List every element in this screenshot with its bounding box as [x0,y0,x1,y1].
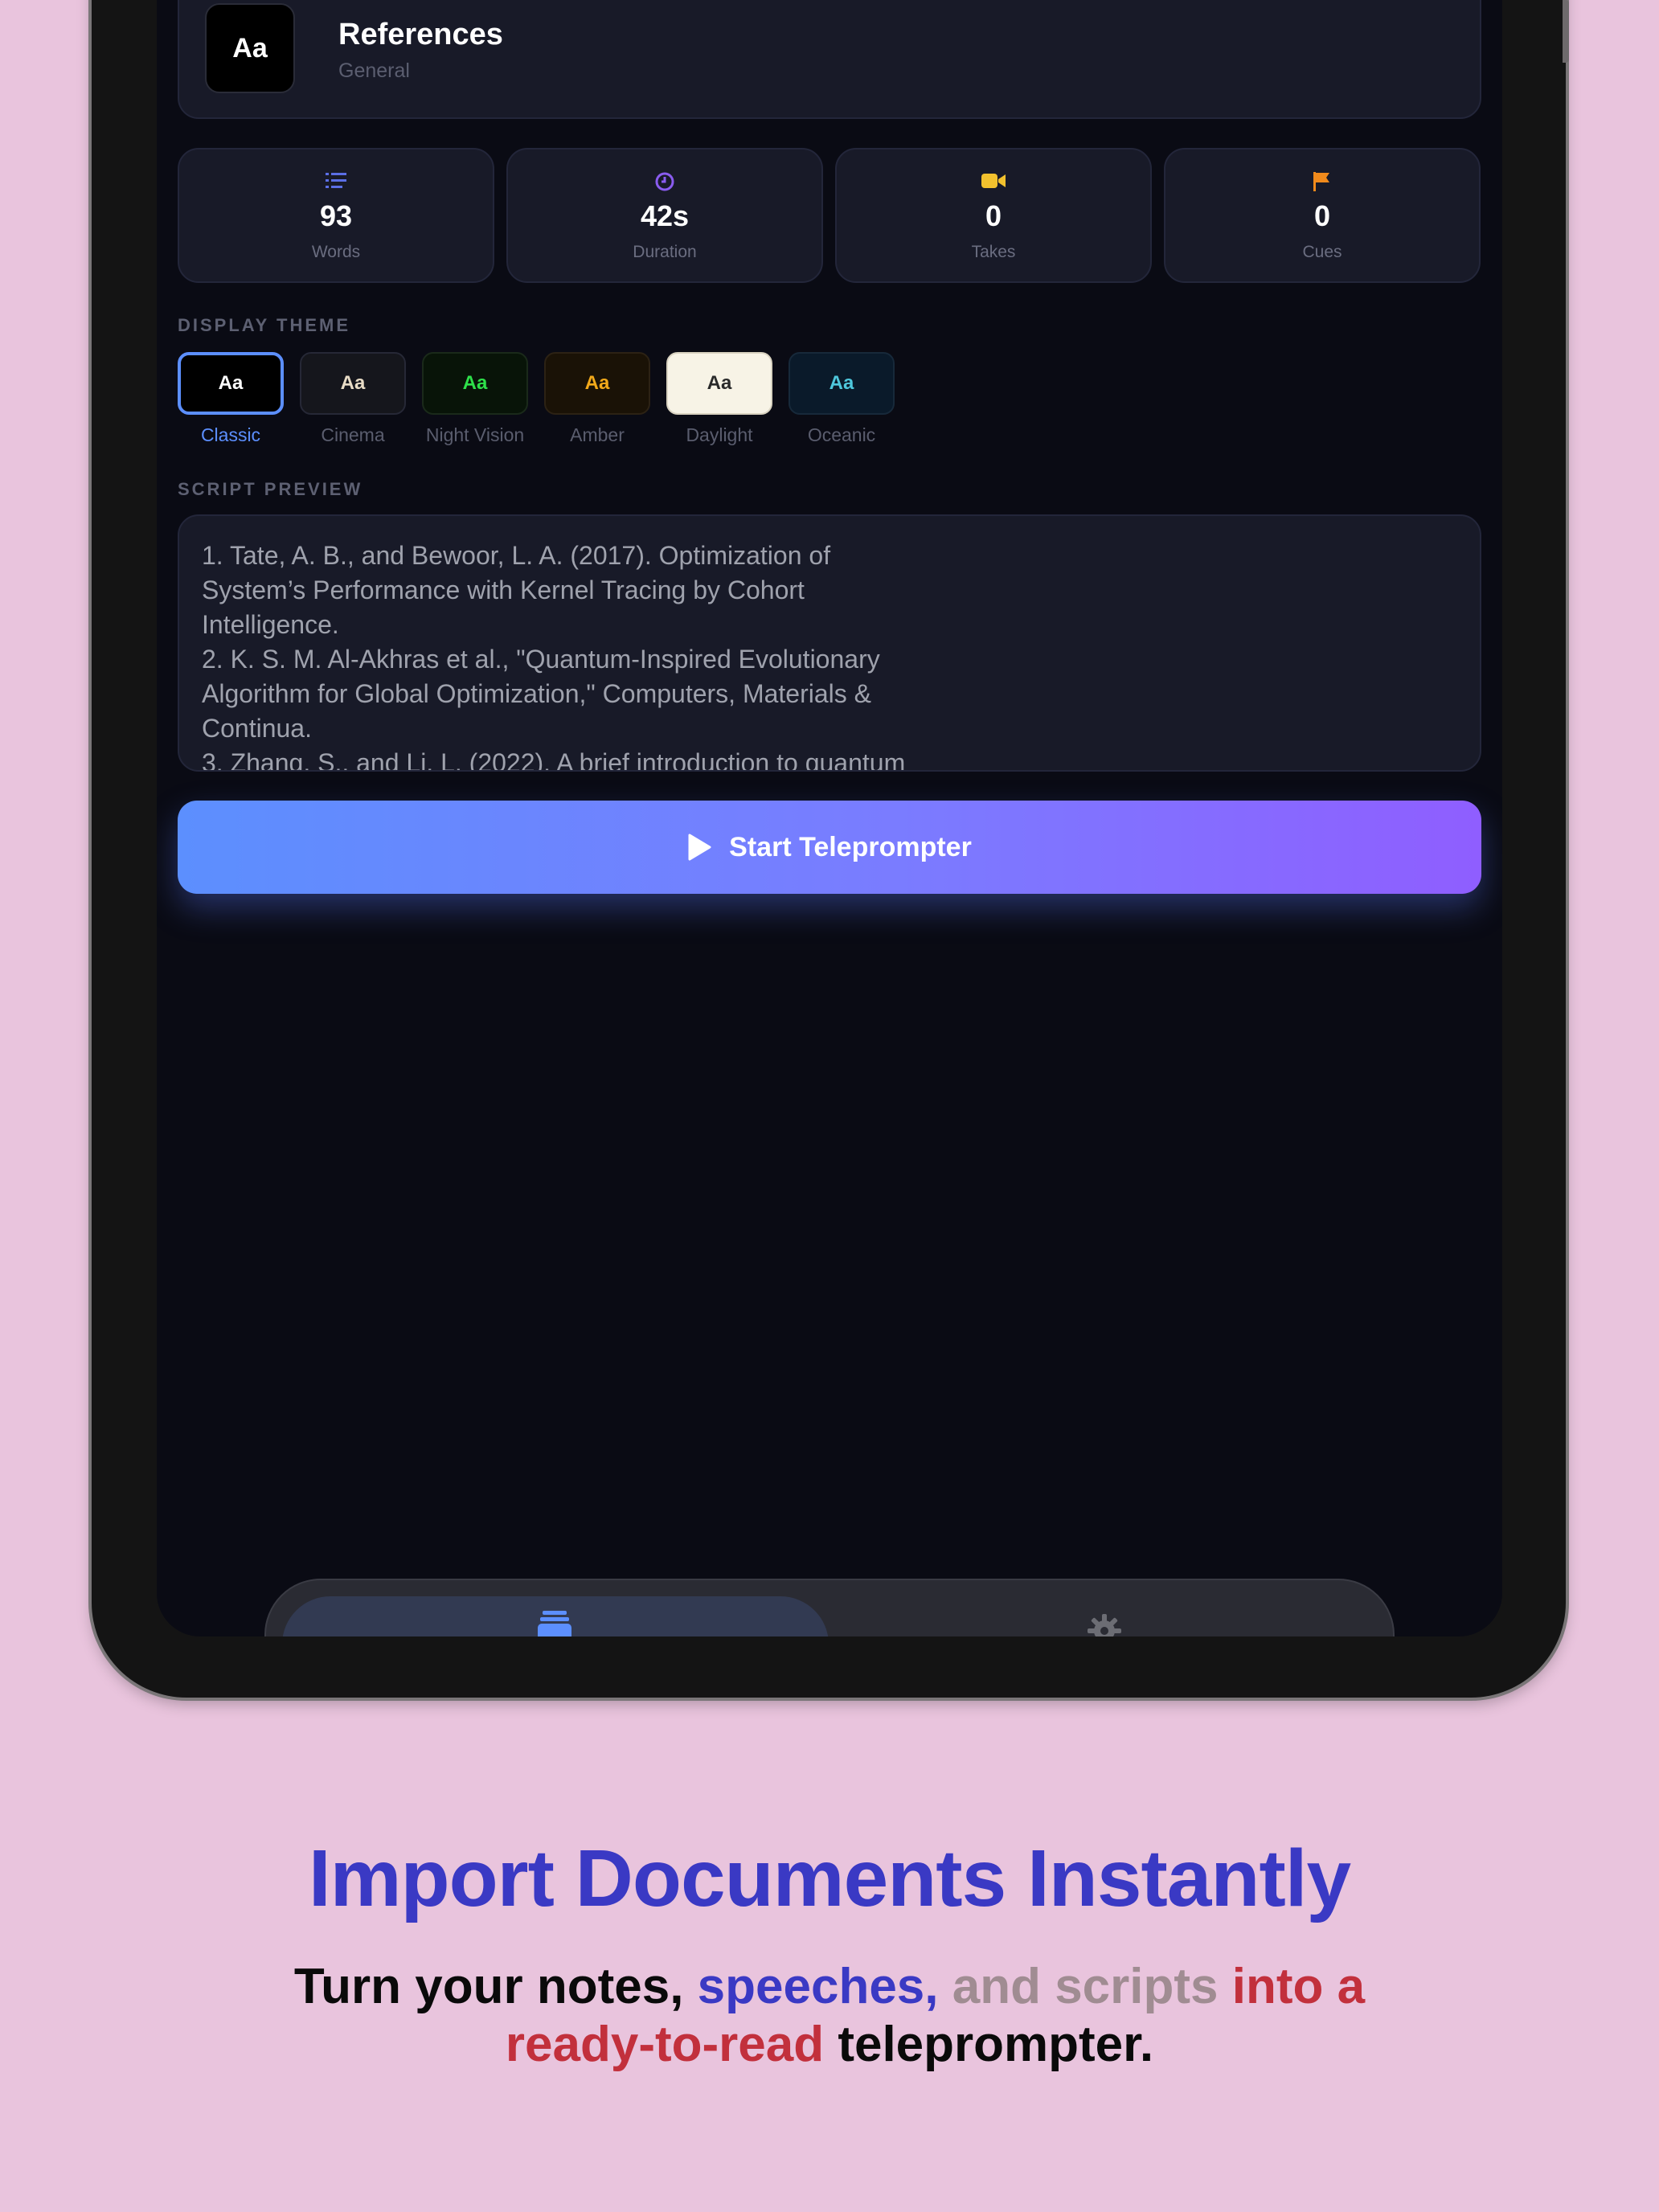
display-theme-label: DISPLAY THEME [178,315,351,335]
stat-words: 93 Words [178,148,494,283]
list-icon [179,172,493,193]
script-preview-text: 1. Tate, A. B., and Bewoor, L. A. (2017)… [202,541,906,772]
subline-part-5: teleprompter. [838,2017,1154,2072]
side-button [1563,0,1569,63]
script-category: General [338,59,410,82]
stat-value: 0 [1313,199,1331,232]
stat-label: Duration [633,243,697,261]
bottom-tab-bar [264,1579,1395,1636]
stat-duration: 42s Duration [506,148,823,283]
video-camera-icon [837,172,1150,193]
start-teleprompter-button[interactable]: Start Teleprompter [178,801,1481,894]
theme-night-vision[interactable]: Aa [422,352,528,415]
tab-library[interactable] [282,1596,829,1636]
stat-value: 42s [640,199,690,232]
play-icon [688,834,711,861]
stat-cues: 0 Cues [1164,148,1481,283]
app-screen: Aa References General 93 Words 42s Durat… [157,0,1502,1636]
stat-takes: 0 Takes [835,148,1152,283]
script-preview-box[interactable]: 1. Tate, A. B., and Bewoor, L. A. (2017)… [178,514,1481,772]
script-preview-label: SCRIPT PREVIEW [178,479,363,499]
tab-settings[interactable] [829,1596,1380,1636]
theme-cinema[interactable]: Aa [300,352,406,415]
subline-part-2: speeches, [697,1959,939,2014]
library-icon [538,1611,571,1636]
marketing-subline: Turn your notes, speeches, and scripts i… [241,1958,1418,2074]
flag-icon [1165,172,1479,193]
marketing-headline: Import Documents Instantly [308,1833,1351,1923]
start-teleprompter-label: Start Teleprompter [729,831,972,862]
stat-label: Cues [1302,243,1342,261]
script-header-card[interactable]: Aa References General [178,0,1481,119]
gear-icon [1088,1614,1121,1636]
theme-amber[interactable]: Aa [544,352,650,415]
stat-value: 93 [319,199,353,232]
script-title: References [338,18,503,51]
clock-icon [508,172,821,193]
theme-oceanic[interactable]: Aa [789,352,895,415]
theme-label-oceanic: Oceanic [807,424,876,445]
subline-part-1: Turn your notes, [293,1959,684,2014]
theme-classic[interactable]: Aa [178,352,284,415]
stat-value: 0 [985,199,1002,232]
stat-label: Takes [971,243,1016,261]
script-type-icon: Aa [205,3,295,93]
subline-part-3: and scripts [952,1959,1219,2014]
stat-label: Words [311,243,361,261]
theme-daylight[interactable]: Aa [666,352,772,415]
